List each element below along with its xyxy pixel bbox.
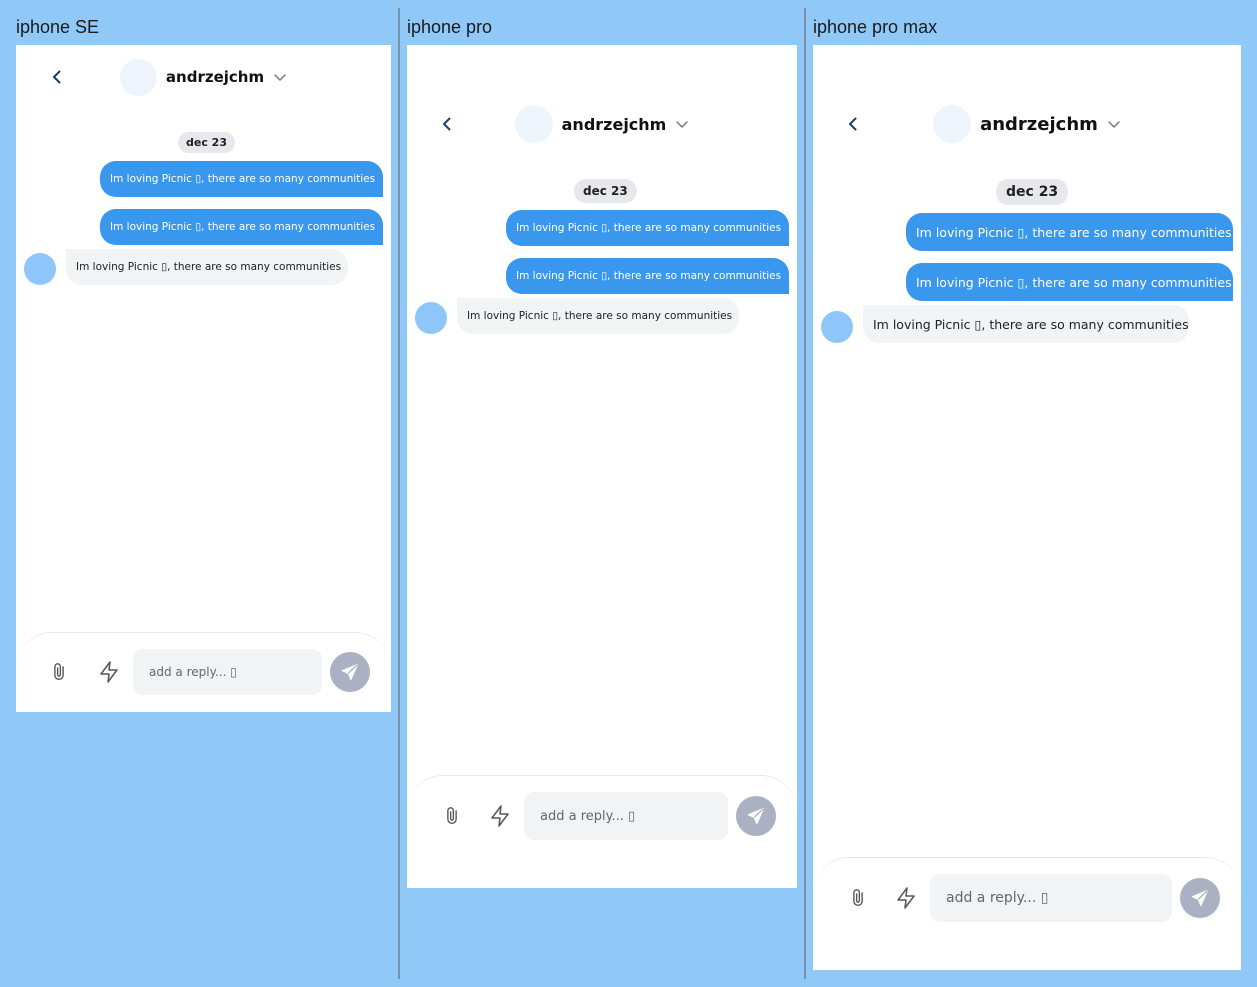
username: andrzejchm [561,114,667,134]
message-bubble-incoming: Im loving Picnic ▯, there are so many co… [863,305,1189,343]
send-icon [1191,889,1209,907]
avatar [933,105,972,143]
message-bubble-outgoing: Im loving Picnic ▯, there are so many co… [506,258,789,294]
send-icon [747,807,765,825]
chevron-down-icon[interactable] [273,70,287,84]
lightning-icon[interactable] [487,803,513,829]
message-composer [16,632,391,712]
message-bubble-outgoing: Im loving Picnic ▯, there are so many co… [906,263,1233,301]
message-composer [813,857,1241,970]
header-user[interactable]: andrzejchm [933,105,1121,143]
chat-header: andrzejchm [16,58,391,96]
avatar [119,58,157,96]
chevron-down-icon[interactable] [675,117,689,131]
send-button[interactable] [330,652,370,692]
avatar [514,105,553,143]
paperclip-icon[interactable] [439,803,465,829]
message-bubble-outgoing: Im loving Picnic ▯, there are so many co… [100,161,383,197]
message-bubble-incoming: Im loving Picnic ▯, there are so many co… [66,249,348,285]
avatar [821,311,853,343]
username: andrzejchm [165,68,265,86]
username: andrzejchm [980,113,1098,135]
device-label: iphone pro max [813,17,938,37]
avatar [415,302,447,334]
chat-header: andrzejchm [813,103,1241,145]
date-badge: dec 23 [178,132,235,153]
phone-screen-pro-max: andrzejchm dec 23 Im loving Picnic ▯, th… [813,45,1241,970]
send-button[interactable] [736,796,776,836]
phone-screen-se: andrzejchm dec 23 Im loving Picnic ▯, th… [16,45,391,712]
lightning-icon[interactable] [96,659,122,685]
phone-screen-pro: andrzejchm dec 23 Im loving Picnic ▯, th… [407,45,797,888]
message-composer [407,775,797,888]
paperclip-icon[interactable] [48,659,70,685]
chat-header: andrzejchm [407,104,797,144]
reply-input[interactable] [930,874,1172,922]
device-label: iphone pro [407,17,493,37]
date-badge: dec 23 [996,179,1069,205]
reply-input[interactable] [133,649,322,695]
date-badge: dec 23 [574,179,637,203]
chevron-left-icon[interactable] [46,66,68,88]
paperclip-icon[interactable] [845,885,871,911]
message-bubble-incoming: Im loving Picnic ▯, there are so many co… [457,298,739,334]
lightning-icon[interactable] [893,885,919,911]
send-button[interactable] [1180,878,1220,918]
device-label: iphone SE [16,17,100,37]
panel-divider [804,8,806,979]
header-user[interactable]: andrzejchm [514,105,690,143]
message-bubble-outgoing: Im loving Picnic ▯, there are so many co… [506,210,789,246]
chevron-down-icon[interactable] [1107,117,1121,131]
chevron-left-icon[interactable] [842,113,864,135]
avatar [24,253,56,285]
message-bubble-outgoing: Im loving Picnic ▯, there are so many co… [906,213,1233,251]
chevron-left-icon[interactable] [436,113,458,135]
message-bubble-outgoing: Im loving Picnic ▯, there are so many co… [100,209,383,245]
send-icon [341,663,359,681]
panel-divider [398,8,400,979]
header-user[interactable]: andrzejchm [119,58,287,96]
reply-input[interactable] [524,792,728,840]
